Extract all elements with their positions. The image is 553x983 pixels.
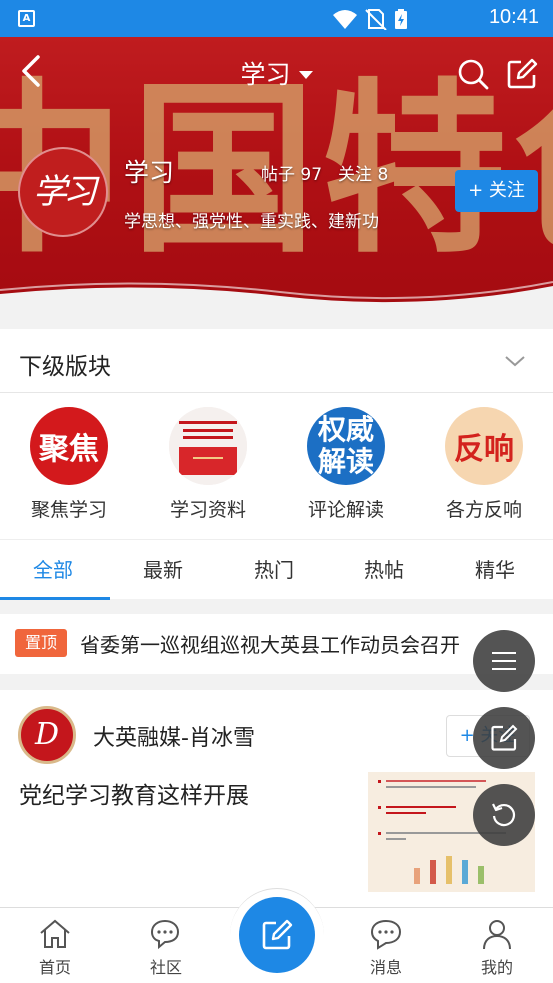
book-cover-icon bbox=[169, 407, 247, 485]
post-filter-tabs: 全部 最新 热门 热帖 精华 bbox=[0, 539, 553, 600]
sub-forum-label: 各方反响 bbox=[445, 499, 522, 521]
tab-hot[interactable]: 热门 bbox=[254, 554, 294, 583]
sub-forums-panel: 下级版块 聚焦 聚焦学习 学习资料 权威解读 评论解读 反响 各方反响 全部 最… bbox=[0, 329, 553, 600]
sub-forum-label: 聚焦学习 bbox=[30, 499, 107, 521]
battery-icon bbox=[395, 9, 407, 29]
forum-name: 学习 bbox=[124, 158, 175, 187]
sub-forum-commentary[interactable]: 权威解读 评论解读 bbox=[286, 407, 406, 522]
status-icons bbox=[333, 9, 407, 30]
compose-icon bbox=[262, 919, 293, 950]
forum-logo: 学习 bbox=[18, 147, 108, 237]
sub-forum-focus[interactable]: 聚焦 聚焦学习 bbox=[9, 407, 129, 522]
compose-fab[interactable] bbox=[473, 707, 535, 769]
pinned-post-title: 省委第一巡视组巡视大英县工作动员会召开 bbox=[80, 633, 460, 657]
tab-hot-posts[interactable]: 热帖 bbox=[364, 554, 404, 583]
status-bar: A 10:41 bbox=[0, 0, 553, 37]
nav-label: 首页 bbox=[38, 958, 71, 977]
authority-icon: 权威解读 bbox=[307, 407, 385, 485]
compose-post-button[interactable] bbox=[239, 897, 315, 973]
sub-forum-reactions[interactable]: 反响 各方反响 bbox=[424, 407, 544, 522]
menu-fab[interactable] bbox=[473, 630, 535, 692]
author-name[interactable]: 大英融媒-肖冰雪 bbox=[93, 720, 255, 752]
user-icon bbox=[483, 920, 511, 950]
sub-forums-title: 下级版块 bbox=[19, 354, 111, 380]
top-nav-bar: 学习 bbox=[0, 37, 553, 107]
nav-home[interactable]: 首页 bbox=[15, 916, 95, 978]
nav-profile[interactable]: 我的 bbox=[457, 916, 537, 978]
focus-icon: 聚焦 bbox=[30, 407, 108, 485]
message-icon bbox=[370, 919, 402, 950]
tab-latest[interactable]: 最新 bbox=[143, 554, 183, 583]
sub-forum-label: 评论解读 bbox=[307, 499, 384, 521]
post-title[interactable]: 党纪学习教育这样开展 bbox=[19, 776, 249, 810]
pinned-badge: 置顶 bbox=[15, 629, 67, 657]
tab-all[interactable]: 全部 bbox=[33, 554, 73, 583]
forum-description: 学思想、强党性、重实践、建新功 bbox=[124, 212, 379, 232]
sub-forum-label: 学习资料 bbox=[169, 499, 246, 521]
search-icon[interactable] bbox=[456, 57, 490, 91]
chevron-down-icon[interactable] bbox=[503, 353, 527, 369]
nav-messages[interactable]: 消息 bbox=[346, 916, 426, 978]
chat-icon bbox=[150, 919, 180, 950]
pinned-post[interactable]: 置顶 省委第一巡视组巡视大英县工作动员会召开 bbox=[0, 614, 553, 674]
active-tab-indicator bbox=[0, 597, 110, 600]
edit-icon[interactable] bbox=[505, 57, 539, 91]
nav-community[interactable]: 社区 bbox=[126, 916, 206, 978]
no-sim-icon bbox=[365, 9, 387, 30]
follow-forum-button[interactable]: + 关注 bbox=[455, 170, 538, 212]
wifi-icon bbox=[333, 10, 357, 29]
tab-featured[interactable]: 精华 bbox=[475, 554, 515, 583]
nav-label: 我的 bbox=[480, 958, 513, 977]
refresh-fab[interactable] bbox=[473, 784, 535, 846]
sub-forum-materials[interactable]: 学习资料 bbox=[148, 407, 268, 522]
home-icon bbox=[40, 919, 70, 948]
app-notification-icon: A bbox=[18, 10, 35, 27]
reaction-icon: 反响 bbox=[445, 407, 523, 485]
refresh-icon bbox=[492, 803, 516, 827]
nav-label: 社区 bbox=[149, 958, 182, 977]
edit-icon bbox=[491, 724, 518, 751]
sub-forums-header[interactable]: 下级版块 bbox=[0, 329, 553, 393]
posts-count: 帖子 97 bbox=[261, 165, 323, 185]
menu-icon bbox=[492, 652, 516, 670]
nav-label: 消息 bbox=[369, 958, 402, 977]
clock: 10:41 bbox=[488, 6, 539, 28]
followers-count: 关注 8 bbox=[338, 165, 389, 185]
forum-stats: 帖子 97 关注 8 bbox=[261, 160, 404, 185]
post-card[interactable]: D 大英融媒-肖冰雪 + 关注 党纪学习教育这样开展 bbox=[0, 690, 553, 910]
avatar[interactable]: D bbox=[18, 706, 76, 764]
caret-down-icon bbox=[298, 71, 313, 79]
page-title: 学习 bbox=[240, 60, 291, 89]
banner-wave bbox=[0, 281, 553, 312]
